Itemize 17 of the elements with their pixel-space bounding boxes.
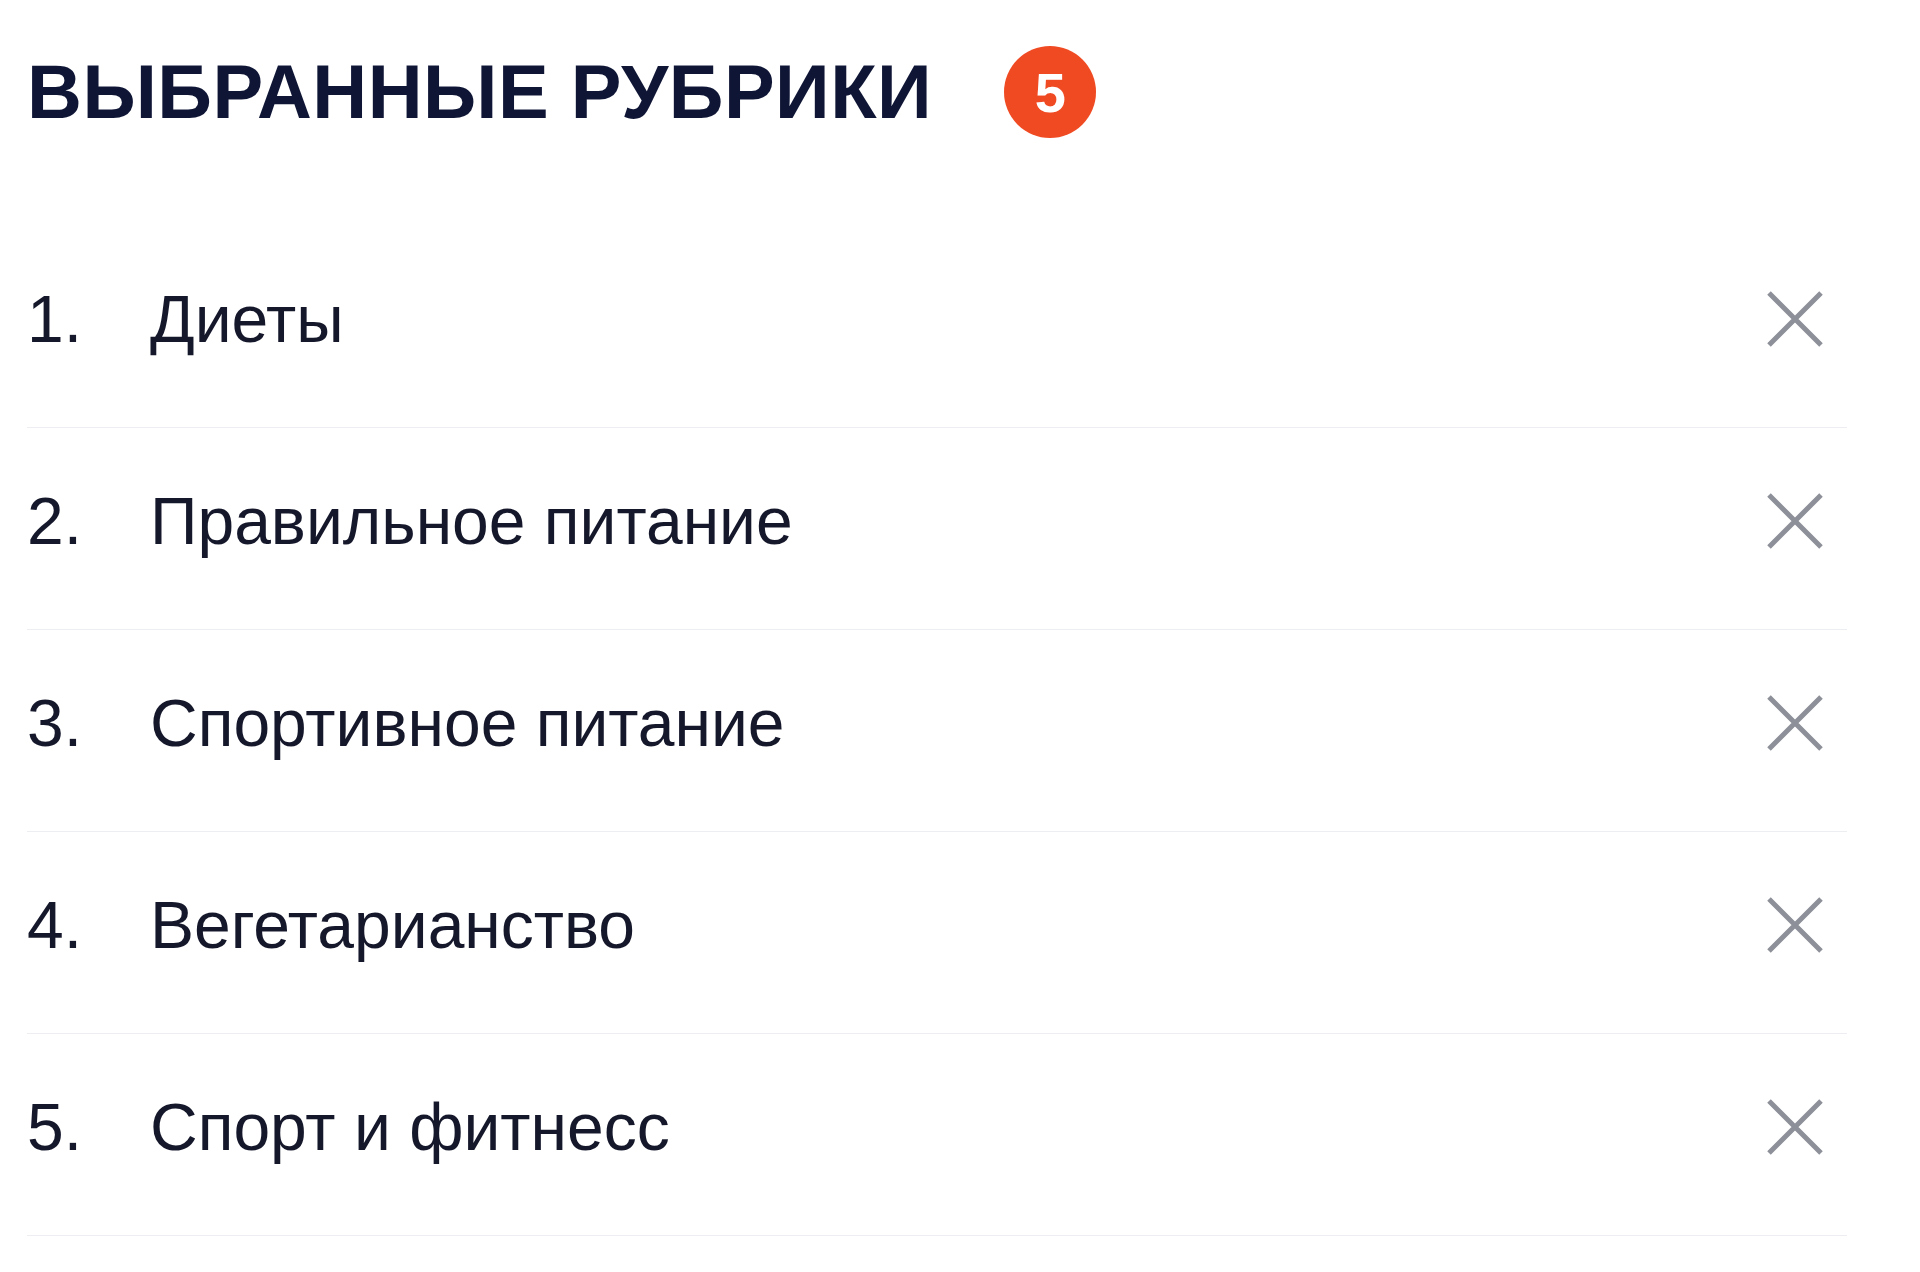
close-icon[interactable] xyxy=(1765,490,1825,551)
close-icon[interactable] xyxy=(1765,692,1825,753)
close-icon[interactable] xyxy=(1765,288,1825,349)
section-title: ВЫБРАННЫЕ РУБРИКИ xyxy=(27,54,933,130)
count-badge: 5 xyxy=(1004,46,1097,138)
item-number: 1. xyxy=(27,280,84,357)
close-icon[interactable] xyxy=(1765,1096,1825,1157)
item-number: 3. xyxy=(27,684,84,761)
item-number: 2. xyxy=(27,482,84,559)
item-number: 5. xyxy=(27,1088,84,1165)
category-label: Диеты xyxy=(150,280,345,357)
category-label: Спорт и фитнесс xyxy=(150,1088,671,1165)
close-icon[interactable] xyxy=(1765,894,1825,955)
category-label: Вегетарианство xyxy=(150,886,637,963)
category-label: Правильное питание xyxy=(150,482,794,559)
category-label: Спортивное питание xyxy=(150,684,786,761)
item-number: 4. xyxy=(27,886,84,963)
